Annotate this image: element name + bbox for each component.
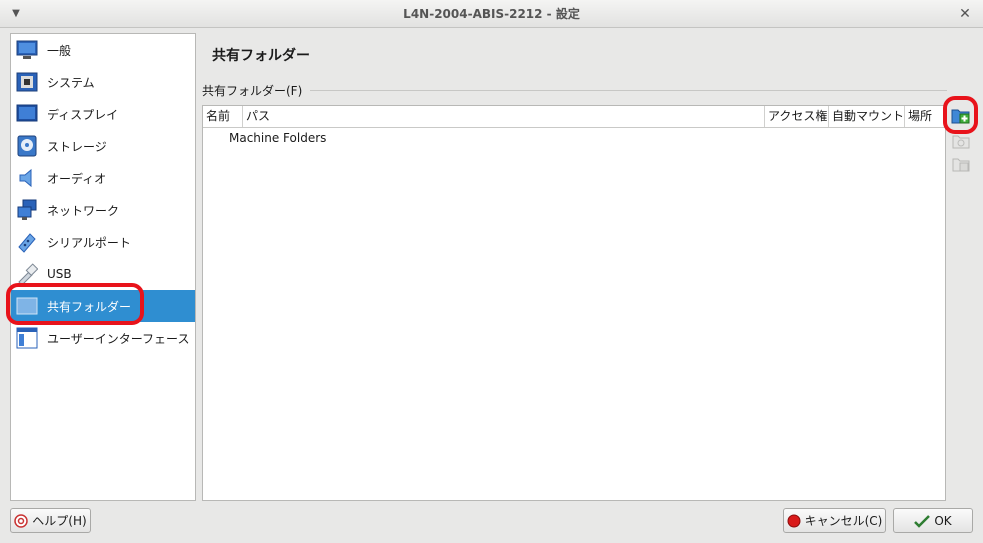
sidebar-item-label: ストレージ [47,139,107,154]
column-header-location[interactable]: 場所 [905,106,945,127]
sidebar-item-shared-folders[interactable]: 共有フォルダー [11,290,195,322]
remove-shared-folder-button[interactable] [950,153,972,175]
system-icon [15,70,39,94]
edit-folder-icon [952,135,970,149]
display-icon [15,102,39,126]
ok-icon [914,514,931,528]
group-divider [310,90,947,91]
sidebar-item-system[interactable]: システム [11,66,195,98]
sidebar-item-label: ユーザーインターフェース [47,331,190,346]
shared-folders-table[interactable]: 名前 パス アクセス権 自動マウント 場所 Machine Folders [202,105,946,501]
help-icon [14,513,29,528]
sidebar-item-user-interface[interactable]: ユーザーインターフェース [11,322,195,354]
usb-icon [15,262,39,286]
group-label: 共有フォルダー(F) [202,84,303,98]
serial-port-icon [15,230,39,254]
sidebar-item-serial-port[interactable]: シリアルポート [11,226,195,258]
sidebar-item-network[interactable]: ネットワーク [11,194,195,226]
cancel-button-label: キャンセル(C) [804,514,883,528]
sidebar-item-label: USB [47,267,72,281]
help-button[interactable]: ヘルプ(H) [10,508,91,533]
title-bar: ▼ L4N-2004-ABIS-2212 - 設定 ✕ [0,0,983,28]
sidebar-item-display[interactable]: ディスプレイ [11,98,195,130]
general-icon [15,38,39,62]
sidebar-item-label: シリアルポート [47,235,131,250]
ok-button[interactable]: OK [893,508,973,533]
user-interface-icon [15,326,39,350]
sidebar-item-label: ネットワーク [47,203,120,218]
sidebar-item-storage[interactable]: ストレージ [11,130,195,162]
column-header-path[interactable]: パス [243,106,765,127]
audio-icon [15,166,39,190]
storage-icon [15,134,39,158]
sidebar-item-general[interactable]: 一般 [11,34,195,66]
column-header-name[interactable]: 名前 [203,106,243,127]
edit-shared-folder-button[interactable] [950,130,972,152]
table-row[interactable]: Machine Folders [203,128,945,148]
column-header-auto-mount[interactable]: 自動マウント [829,106,905,127]
sidebar-item-label: 共有フォルダー [47,299,132,314]
sidebar-item-label: 一般 [47,43,72,58]
sidebar-item-label: ディスプレイ [47,107,119,122]
sidebar-item-label: システム [47,75,95,90]
network-icon [15,198,39,222]
sidebar-item-audio[interactable]: オーディオ [11,162,195,194]
settings-panel: 共有フォルダー 共有フォルダー(F) 名前 パス アクセス権 自動マウント 場所… [202,33,982,501]
remove-folder-icon [952,158,970,172]
cancel-icon [787,514,801,528]
ok-button-label: OK [934,513,952,528]
page-title: 共有フォルダー [212,48,310,64]
sidebar-item-usb[interactable]: USB [11,258,195,290]
settings-sidebar: 一般 システム ディスプレイ ストレージ オーディオ ネットワーク シリアルポー… [10,33,196,501]
window-title: L4N-2004-ABIS-2212 - 設定 [403,7,580,21]
table-header: 名前 パス アクセス権 自動マウント 場所 [203,106,945,128]
sidebar-item-label: オーディオ [47,171,107,186]
shared-folder-icon [15,294,39,318]
cancel-button[interactable]: キャンセル(C) [783,508,886,533]
close-icon[interactable]: ✕ [957,6,973,22]
row-name: Machine Folders [229,131,327,145]
add-folder-icon [951,109,970,124]
help-button-label: ヘルプ(H) [32,514,87,528]
add-shared-folder-button[interactable] [950,105,972,127]
column-header-access[interactable]: アクセス権 [765,106,829,127]
